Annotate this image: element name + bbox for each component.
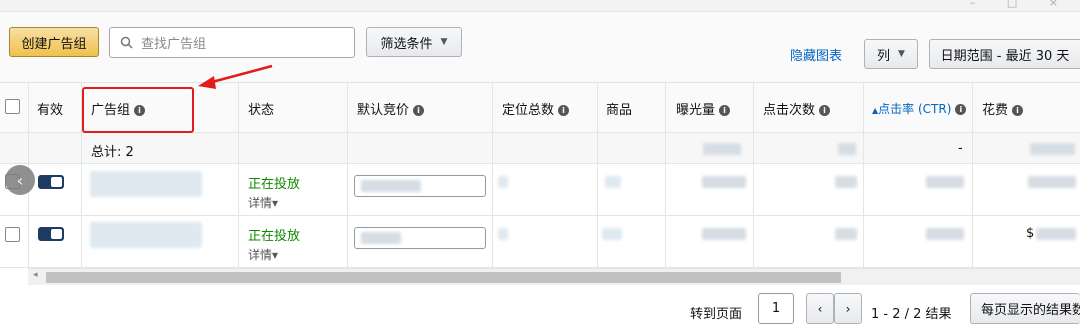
select-all-checkbox[interactable] — [5, 99, 20, 114]
info-icon[interactable]: i — [819, 105, 831, 116]
grid-line — [492, 82, 493, 267]
impressions-redacted — [702, 176, 746, 188]
date-range-button[interactable]: 日期范围 - 最近 30 天 — [929, 39, 1080, 69]
bid-value-redacted — [361, 180, 421, 192]
col-header-targeting-total-label: 定位总数 — [502, 103, 555, 118]
details-dropdown[interactable]: 详情▾ — [248, 194, 278, 211]
col-header-clicks-label: 点击次数 — [763, 103, 816, 118]
grid-line — [0, 163, 1080, 164]
totals-spend-redacted — [1030, 143, 1075, 155]
status-text: 正在投放 — [248, 177, 301, 192]
search-input[interactable]: 查找广告组 — [109, 27, 355, 58]
col-header-status[interactable]: 状态 — [248, 99, 274, 118]
goto-page-label: 转到页面 — [690, 307, 743, 322]
prev-page-button[interactable]: ‹ — [806, 293, 834, 324]
filter-label: 筛选条件 — [380, 36, 433, 52]
col-header-spend[interactable]: 花费 i — [982, 99, 1024, 118]
window-controls[interactable]: – □ × — [970, 0, 1072, 9]
grid-line — [665, 82, 666, 267]
spend-redacted — [1036, 228, 1076, 240]
ctr-redacted — [926, 228, 964, 240]
per-page-button[interactable]: 每页显示的结果数 — [970, 293, 1080, 324]
scrollbar-thumb[interactable] — [46, 272, 841, 283]
page-number-input[interactable]: 1 — [758, 293, 794, 324]
col-header-impressions[interactable]: 曝光量 i — [676, 99, 731, 118]
col-header-clicks[interactable]: 点击次数 i — [763, 99, 831, 118]
spend-currency: $ — [1026, 226, 1035, 241]
columns-button[interactable]: 列 ▼ — [864, 39, 918, 69]
chevron-down-icon: ▼ — [440, 37, 448, 47]
info-icon[interactable]: i — [1012, 105, 1024, 116]
col-header-targeting-total[interactable]: 定位总数 i — [502, 99, 570, 118]
products-redacted — [605, 176, 621, 188]
grid-line — [238, 82, 239, 267]
default-bid-input[interactable] — [354, 227, 486, 249]
scroll-left-button[interactable]: ‹ — [5, 165, 35, 195]
filter-button[interactable]: 筛选条件 ▼ — [366, 27, 462, 57]
col-header-products[interactable]: 商品 — [606, 99, 632, 118]
status-text: 正在投放 — [248, 229, 301, 244]
search-placeholder: 查找广告组 — [141, 37, 207, 52]
col-header-ctr[interactable]: ▲点击率 (CTR) i — [872, 100, 967, 117]
totals-impressions-redacted — [703, 143, 741, 155]
hide-chart-link[interactable]: 隐藏图表 — [790, 45, 842, 64]
toggle-switch[interactable] — [38, 175, 64, 189]
bid-value-redacted — [361, 232, 401, 244]
targeting-total-redacted — [498, 176, 508, 188]
horizontal-scrollbar[interactable]: ◂ — [28, 268, 1080, 285]
col-header-impressions-label: 曝光量 — [676, 103, 716, 118]
ad-group-name-redacted[interactable] — [90, 171, 202, 197]
chevron-right-icon: › — [845, 301, 851, 316]
grid-line — [347, 82, 348, 267]
search-icon — [120, 36, 133, 49]
chevron-left-icon: ‹ — [817, 301, 823, 316]
annotation-highlight-box — [82, 87, 194, 133]
columns-label: 列 — [877, 48, 891, 64]
next-page-button[interactable]: › — [834, 293, 862, 324]
create-ad-group-button[interactable]: 创建广告组 — [9, 27, 99, 57]
col-header-ctr-label: 点击率 (CTR) — [878, 102, 952, 116]
col-header-active[interactable]: 有效 — [37, 99, 63, 118]
chevron-left-icon: ‹ — [16, 170, 24, 190]
spend-redacted — [1028, 176, 1076, 188]
impressions-redacted — [702, 228, 746, 240]
grid-line — [863, 82, 864, 267]
grid-line — [0, 215, 1080, 216]
results-count: 1 - 2 / 2 结果 — [871, 307, 952, 322]
targeting-total-redacted — [498, 228, 508, 240]
info-icon[interactable]: i — [955, 104, 967, 115]
ad-group-name-redacted[interactable] — [90, 222, 202, 248]
products-redacted — [602, 228, 622, 240]
row-checkbox[interactable] — [5, 227, 20, 242]
default-bid-input[interactable] — [354, 175, 486, 197]
totals-label: 总计: 2 — [91, 145, 134, 160]
col-header-spend-label: 花费 — [982, 103, 1009, 118]
totals-clicks-redacted — [838, 143, 856, 155]
totals-ctr: - — [958, 141, 963, 156]
toggle-switch[interactable] — [38, 227, 64, 241]
info-icon[interactable]: i — [719, 105, 731, 116]
ctr-redacted — [926, 176, 964, 188]
details-dropdown[interactable]: 详情▾ — [248, 246, 278, 263]
col-header-default-bid-label: 默认竞价 — [357, 103, 410, 118]
clicks-redacted — [835, 228, 857, 240]
clicks-redacted — [835, 176, 857, 188]
chevron-down-icon: ▼ — [898, 49, 905, 59]
grid-line — [753, 82, 754, 267]
info-icon[interactable]: i — [558, 105, 570, 116]
scroll-left-arrow-icon[interactable]: ◂ — [33, 270, 38, 280]
grid-line — [0, 82, 1080, 83]
col-header-default-bid[interactable]: 默认竞价 i — [357, 99, 425, 118]
info-icon[interactable]: i — [413, 105, 425, 116]
window-top-strip: – □ × — [0, 0, 1080, 12]
grid-line — [597, 82, 598, 267]
totals-row-bg — [0, 133, 1080, 163]
grid-line — [972, 82, 973, 267]
